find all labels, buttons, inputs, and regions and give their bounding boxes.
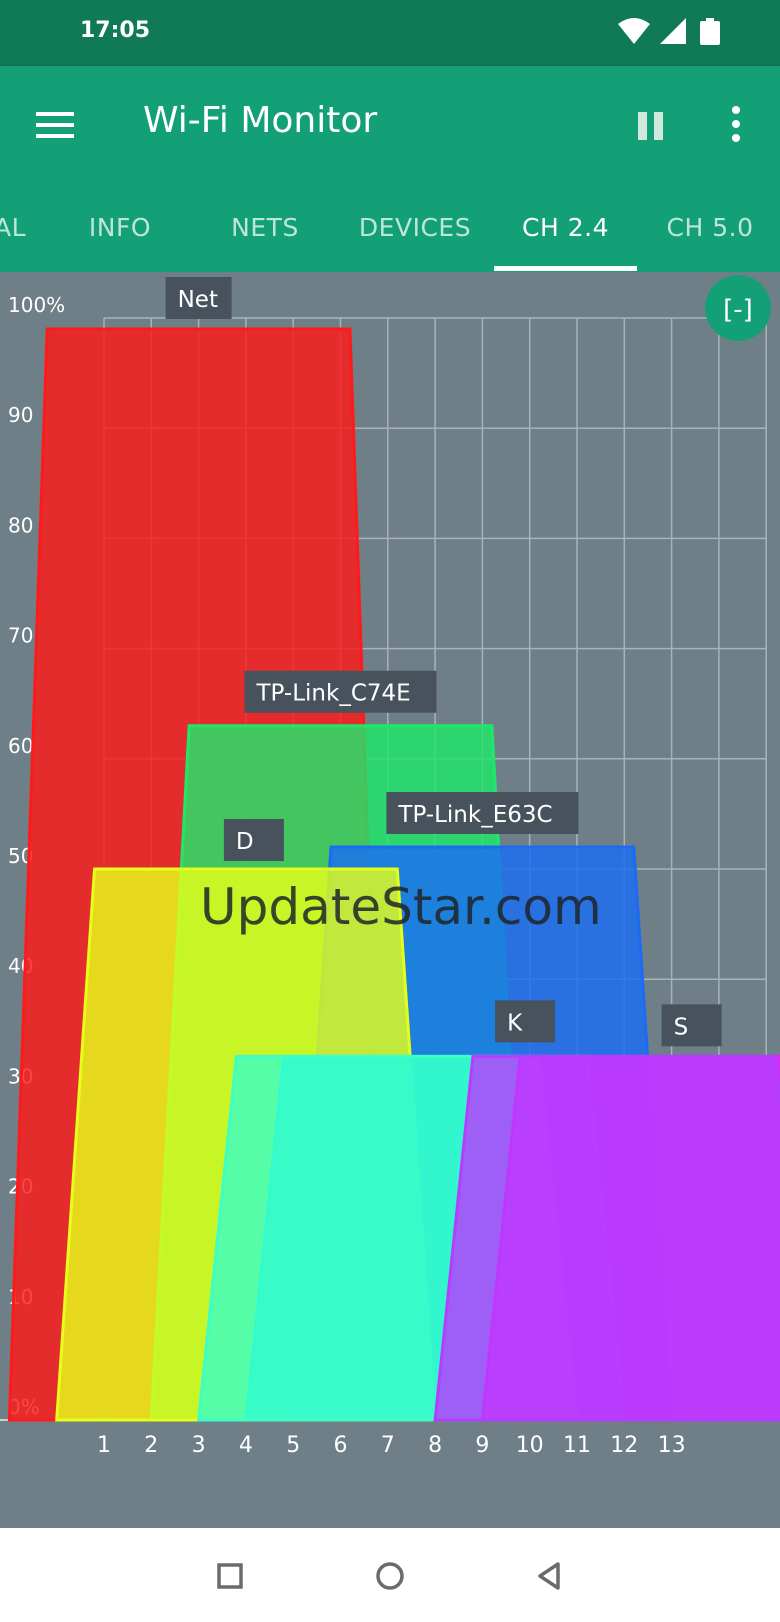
tab-bar: AL INFO NETS DEVICES CH 2.4 CH 5.0 [0, 196, 780, 272]
navigation-bar [0, 1528, 780, 1622]
collapse-fab-label: [-] [723, 295, 753, 325]
x-tick-label: 6 [334, 1433, 348, 1458]
x-tick-label: 2 [144, 1433, 158, 1458]
back-icon[interactable] [530, 1556, 570, 1596]
series-label-box [495, 1000, 556, 1043]
x-tick-label: 13 [658, 1433, 686, 1458]
more-vert-icon[interactable] [720, 102, 752, 146]
y-tick-label: 100% [8, 293, 65, 317]
x-tick-label: 11 [563, 1433, 591, 1458]
tab-nets[interactable]: NETS [210, 196, 320, 272]
y-tick-label: 90 [8, 403, 33, 427]
series-area-8 [433, 1054, 780, 1422]
tab-al[interactable]: AL [0, 196, 42, 272]
x-tick-label: 12 [610, 1433, 638, 1458]
menu-icon[interactable] [36, 106, 76, 146]
y-tick-label: 60 [8, 734, 33, 758]
watermark-text: UpdateStar.com [200, 878, 602, 936]
x-tick-label: 10 [516, 1433, 544, 1458]
series-label: S [674, 1014, 689, 1040]
y-tick-label: 70 [8, 624, 33, 648]
cell-signal-icon [660, 18, 686, 44]
series-label-box [223, 819, 284, 861]
series-label: TP-Link_E63C [397, 802, 552, 828]
x-tick-label: 9 [475, 1433, 489, 1458]
battery-icon [700, 18, 720, 45]
active-tab-indicator [494, 266, 637, 271]
tab-ch-5-0[interactable]: CH 5.0 [650, 196, 770, 272]
channel-chart: 0%102030405060708090100%1234567891011121… [0, 272, 780, 1528]
series-label: K [507, 1010, 523, 1036]
app-title: Wi-Fi Monitor [143, 100, 378, 141]
home-icon[interactable] [370, 1556, 410, 1596]
channel-chart-svg: 0%102030405060708090100%1234567891011121… [0, 272, 780, 1528]
x-tick-label: 1 [97, 1433, 111, 1458]
x-tick-label: 4 [239, 1433, 253, 1458]
tab-info[interactable]: INFO [70, 196, 170, 272]
app-bar: Wi-Fi Monitor AL INFO NETS DEVICES CH 2.… [0, 66, 780, 272]
status-bar: 17:05 [0, 0, 780, 66]
tab-devices[interactable]: DEVICES [350, 196, 480, 272]
status-time: 17:05 [80, 18, 151, 43]
series-label: TP-Link_C74E [256, 681, 411, 707]
status-icons [616, 14, 736, 54]
x-tick-label: 3 [192, 1433, 206, 1458]
x-tick-label: 5 [286, 1433, 300, 1458]
wifi-icon [618, 18, 650, 44]
y-tick-label: 80 [8, 513, 33, 537]
pause-icon[interactable] [636, 106, 668, 146]
tab-ch-2-4[interactable]: CH 2.4 [494, 196, 637, 272]
recents-icon[interactable] [210, 1556, 250, 1596]
series-label-box [661, 1004, 722, 1047]
series-label: Net [178, 287, 218, 313]
series-label: D [236, 829, 254, 855]
x-tick-label: 8 [428, 1433, 442, 1458]
x-tick-label: 7 [381, 1433, 395, 1458]
